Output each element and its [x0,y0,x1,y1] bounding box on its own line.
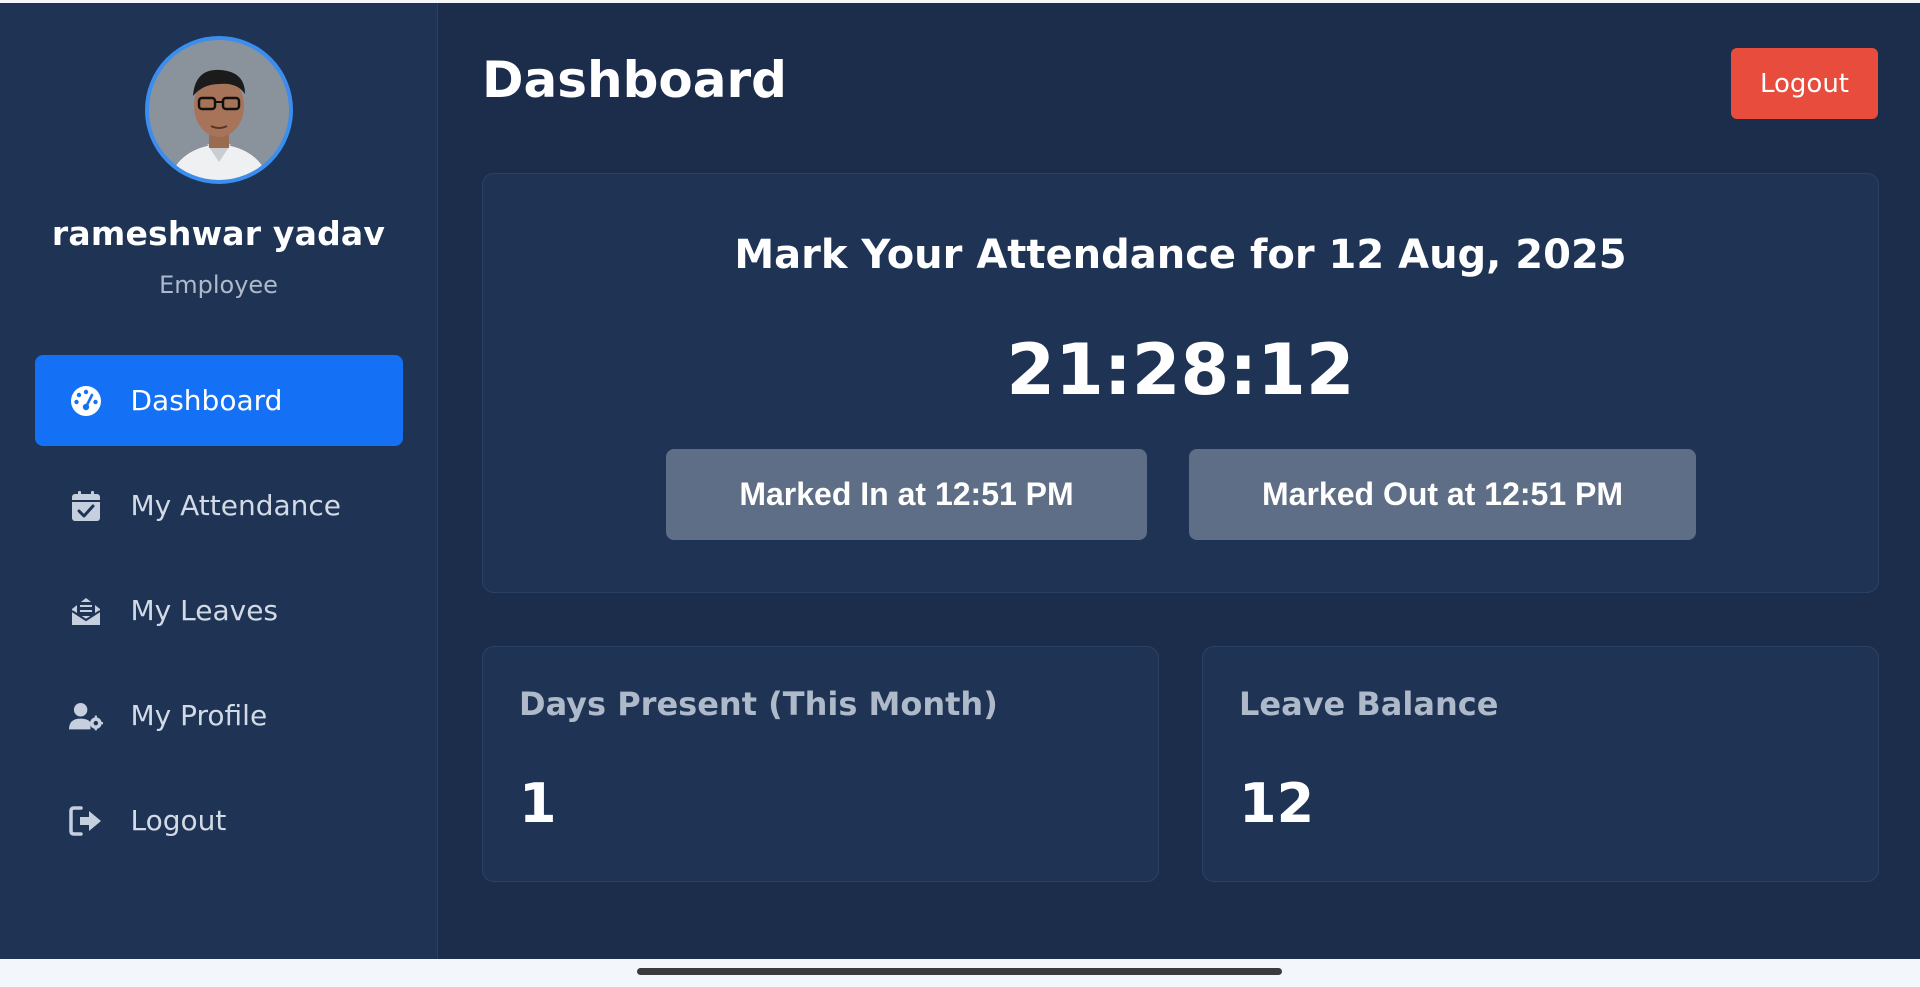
days-present-card: Days Present (This Month) 1 [482,646,1159,882]
stat-value: 12 [1239,772,1315,835]
sidebar: rameshwar yadav Employee Dashboard My At… [0,3,438,959]
sidebar-item-my-profile[interactable]: My Profile [35,670,403,761]
sidebar-item-my-leaves[interactable]: My Leaves [35,565,403,656]
logout-button[interactable]: Logout [1731,48,1878,119]
app-window: rameshwar yadav Employee Dashboard My At… [0,3,1920,959]
sidebar-item-label: Logout [130,804,227,837]
sidebar-item-label: My Leaves [130,594,279,627]
marked-in-button[interactable]: Marked In at 12:51 PM [666,449,1147,540]
live-clock: 21:28:12 [1006,329,1355,411]
dashboard-gauge-icon [69,384,103,418]
stat-value: 1 [519,772,557,835]
sign-out-icon [68,804,103,838]
attendance-title: Mark Your Attendance for 12 Aug, 2025 [734,232,1627,278]
attendance-card: Mark Your Attendance for 12 Aug, 2025 21… [482,173,1879,593]
sidebar-item-dashboard[interactable]: Dashboard [34,355,403,446]
marked-out-button[interactable]: Marked Out at 12:51 PM [1189,449,1696,540]
sidebar-nav: Dashboard My Attendance My Leaves My Pro… [34,355,403,880]
main-content: Dashboard Logout Mark Your Attendance fo… [438,3,1920,959]
stat-label: Leave Balance [1239,685,1499,723]
avatar [144,36,293,184]
sidebar-item-label: Dashboard [130,384,283,417]
calendar-check-icon [69,489,103,523]
sidebar-item-label: My Profile [130,699,268,732]
sidebar-item-logout[interactable]: Logout [35,775,403,866]
page-title: Dashboard [482,51,787,109]
stat-label: Days Present (This Month) [519,685,998,723]
sidebar-item-my-attendance[interactable]: My Attendance [35,460,403,551]
sidebar-item-label: My Attendance [130,489,342,522]
envelope-open-text-icon [69,594,103,628]
user-gear-icon [68,699,103,733]
user-role: Employee [159,271,278,299]
home-indicator [637,968,1282,975]
user-name: rameshwar yadav [51,214,386,253]
leave-balance-card: Leave Balance 12 [1202,646,1879,882]
